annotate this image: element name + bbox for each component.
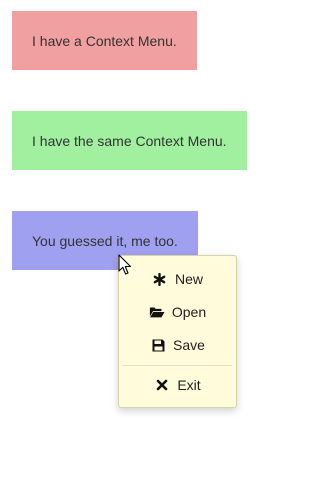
menu-item-save[interactable]: Save xyxy=(119,330,236,360)
menu-separator xyxy=(123,365,232,366)
box-label: I have the same Context Menu. xyxy=(32,132,227,149)
context-menu-target-1[interactable]: I have a Context Menu. xyxy=(12,11,197,70)
asterisk-icon xyxy=(152,271,168,287)
context-menu: New Open Save Exit xyxy=(118,255,237,408)
menu-item-exit[interactable]: Exit xyxy=(119,370,236,400)
menu-item-label: Exit xyxy=(177,377,201,393)
menu-item-open[interactable]: Open xyxy=(119,297,236,327)
folder-open-icon xyxy=(149,304,165,320)
menu-item-new[interactable]: New xyxy=(119,264,236,294)
box-label: You guessed it, me too. xyxy=(32,232,178,249)
menu-item-label: Save xyxy=(173,337,205,353)
floppy-disk-icon xyxy=(150,337,166,353)
context-menu-target-2[interactable]: I have the same Context Menu. xyxy=(12,111,247,170)
box-label: I have a Context Menu. xyxy=(32,32,177,49)
mouse-pointer-icon xyxy=(118,254,132,275)
menu-item-label: Open xyxy=(171,304,207,320)
menu-item-label: New xyxy=(174,271,203,287)
page: I have a Context Menu. I have the same C… xyxy=(0,0,324,488)
close-icon xyxy=(154,377,170,393)
